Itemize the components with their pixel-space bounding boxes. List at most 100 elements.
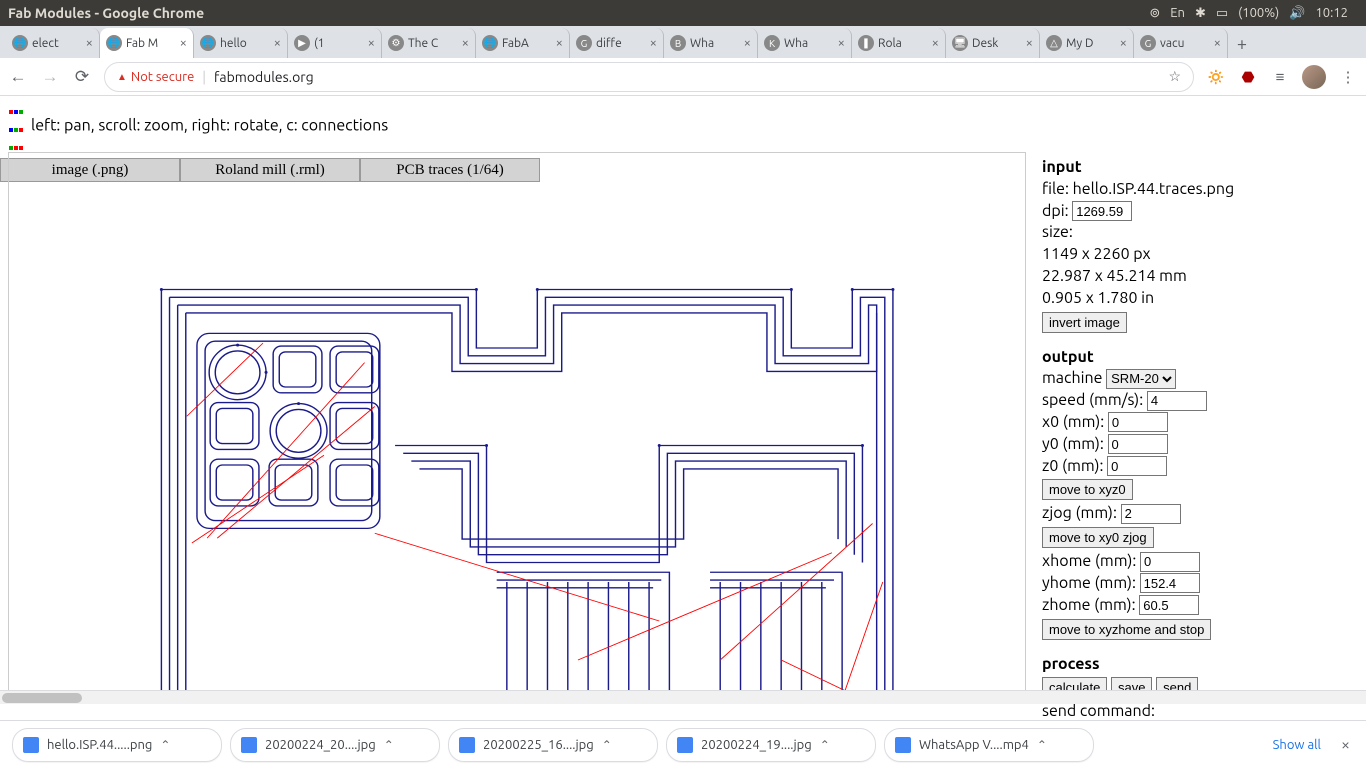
chevron-up-icon[interactable]: ⌃ (160, 738, 170, 752)
browser-tab[interactable]: BWha× (664, 28, 758, 58)
browser-tab[interactable]: KWha× (758, 28, 852, 58)
interaction-hint: left: pan, scroll: zoom, right: rotate, … (0, 96, 1366, 158)
chevron-up-icon[interactable]: ⌃ (820, 738, 830, 752)
close-tab-icon[interactable]: × (368, 36, 375, 50)
download-item[interactable]: WhatsApp V....mp4⌃ (884, 728, 1094, 762)
tab-title: diffe (596, 37, 646, 50)
profile-avatar[interactable] (1302, 65, 1326, 89)
settings-panel: input file: hello.ISP.44.traces.png dpi:… (1042, 156, 1362, 767)
browser-tab[interactable]: 🌐elect× (6, 28, 100, 58)
move-home-button[interactable]: move to xyzhome and stop (1042, 619, 1211, 640)
horizontal-scrollbar[interactable] (0, 690, 1366, 704)
browser-tab[interactable]: Gvacu× (1134, 28, 1228, 58)
close-download-bar-icon[interactable]: × (1337, 736, 1354, 754)
download-bar: hello.ISP.44.....png⌃ 20200224_20....jpg ⌃… (0, 720, 1366, 768)
chrome-menu-icon[interactable]: ⋮ (1338, 67, 1358, 87)
chevron-up-icon[interactable]: ⌃ (602, 738, 612, 752)
favicon-icon: 🌐 (482, 35, 498, 51)
y0-input[interactable] (1108, 434, 1168, 454)
extension-icon-1[interactable]: 🔅 (1206, 67, 1226, 87)
zhome-input[interactable] (1139, 595, 1199, 615)
file-icon (459, 737, 475, 753)
move-xy0-zjog-button[interactable]: move to xy0 zjog (1042, 527, 1154, 548)
invert-image-button[interactable]: invert image (1042, 312, 1127, 333)
y0-label: y0 (mm): (1042, 435, 1104, 453)
tab-title: Wha (690, 37, 740, 50)
input-heading: input (1042, 158, 1082, 176)
xhome-input[interactable] (1140, 552, 1200, 572)
close-tab-icon[interactable]: × (1120, 36, 1127, 50)
browser-tab[interactable]: △My D× (1040, 28, 1134, 58)
clock[interactable]: 10:12 (1315, 6, 1348, 20)
extension-icon-2[interactable]: ⬣ (1238, 67, 1258, 87)
z0-input[interactable] (1107, 456, 1167, 476)
wifi-icon[interactable]: ⊚ (1149, 6, 1160, 21)
close-tab-icon[interactable]: × (1214, 36, 1221, 50)
new-tab-button[interactable]: + (1228, 30, 1256, 58)
close-tab-icon[interactable]: × (274, 36, 281, 50)
close-tab-icon[interactable]: × (838, 36, 845, 50)
chevron-up-icon[interactable]: ⌃ (1037, 738, 1047, 752)
dpi-input[interactable] (1072, 201, 1132, 221)
x0-input[interactable] (1108, 412, 1168, 432)
close-tab-icon[interactable]: × (556, 36, 563, 50)
download-item[interactable]: 20200224_19....jpg⌃ (666, 728, 876, 762)
download-filename: 20200224_20....jpg (265, 738, 376, 752)
chevron-up-icon[interactable]: ⌃ (384, 738, 394, 752)
browser-tab[interactable]: Gdiffe× (570, 28, 664, 58)
size-px: 1149 x 2260 px (1042, 244, 1362, 265)
back-button[interactable]: ← (8, 67, 28, 87)
forward-button[interactable]: → (40, 67, 60, 87)
browser-tab[interactable]: 🌐hello× (194, 28, 288, 58)
file-icon (677, 737, 693, 753)
close-tab-icon[interactable]: × (650, 36, 657, 50)
favicon-icon: ⚙ (388, 35, 404, 51)
zjog-input[interactable] (1121, 504, 1181, 524)
machine-select[interactable]: SRM-20 (1106, 369, 1176, 389)
favicon-icon: 🌐 (106, 35, 122, 51)
move-xyz0-button[interactable]: move to xyz0 (1042, 479, 1133, 500)
favicon-icon: 🌐 (12, 35, 28, 51)
tab-title: Fab M (126, 37, 176, 50)
tab-title: (1 (314, 37, 364, 50)
reload-button[interactable]: ⟳ (72, 67, 92, 87)
browser-tab[interactable]: 🌐FabA× (476, 28, 570, 58)
lang-indicator[interactable]: En (1170, 6, 1185, 20)
chrome-tabstrip: 🌐elect×🌐Fab M×🌐hello×▶(1×⚙The C×🌐FabA×Gd… (0, 26, 1366, 58)
favicon-icon: ▶ (294, 35, 310, 51)
close-tab-icon[interactable]: × (462, 36, 469, 50)
zhome-label: zhome (mm): (1042, 596, 1136, 614)
close-tab-icon[interactable]: × (932, 36, 939, 50)
browser-tab[interactable]: ▶ (1 × (288, 28, 382, 58)
favicon-icon: 🌐 (200, 35, 216, 51)
yhome-input[interactable] (1140, 573, 1200, 593)
favicon-icon: K (764, 35, 780, 51)
file-icon (241, 737, 257, 753)
x0-label: x0 (mm): (1042, 413, 1104, 431)
close-tab-icon[interactable]: × (744, 36, 751, 50)
reading-list-icon[interactable]: ≡ (1270, 67, 1290, 87)
app-grid-icon[interactable] (8, 100, 23, 154)
toolpath-canvas[interactable] (8, 152, 1026, 700)
dpi-label: dpi: (1042, 202, 1069, 220)
browser-tab[interactable]: ⚙The C× (382, 28, 476, 58)
download-item[interactable]: 20200224_20....jpg ⌃ (230, 728, 440, 762)
download-item[interactable]: 20200225_16....jpg⌃ (448, 728, 658, 762)
show-all-downloads[interactable]: Show all (1265, 734, 1329, 756)
close-tab-icon[interactable]: × (86, 36, 93, 50)
sound-icon[interactable]: 🔊 (1289, 6, 1305, 21)
address-bar[interactable]: Not secure | fabmodules.org ☆ (104, 62, 1194, 92)
close-tab-icon[interactable]: × (180, 36, 187, 50)
download-item[interactable]: hello.ISP.44.....png⌃ (12, 728, 222, 762)
speed-input[interactable] (1147, 391, 1207, 411)
size-label: size: (1042, 222, 1362, 243)
battery-icon[interactable]: ▭ (1216, 6, 1228, 21)
browser-tab[interactable]: 🖥Desk× (946, 28, 1040, 58)
not-secure-indicator[interactable]: Not secure (117, 70, 194, 84)
browser-tab[interactable]: ❚Rola× (852, 28, 946, 58)
browser-tab[interactable]: 🌐 Fab M × (100, 28, 194, 58)
system-tray: ⊚ En ✱ ▭ (100%) 🔊 10:12 (1149, 6, 1358, 21)
bookmark-star-icon[interactable]: ☆ (1168, 68, 1181, 85)
bluetooth-icon[interactable]: ✱ (1195, 6, 1206, 21)
close-tab-icon[interactable]: × (1026, 36, 1033, 50)
